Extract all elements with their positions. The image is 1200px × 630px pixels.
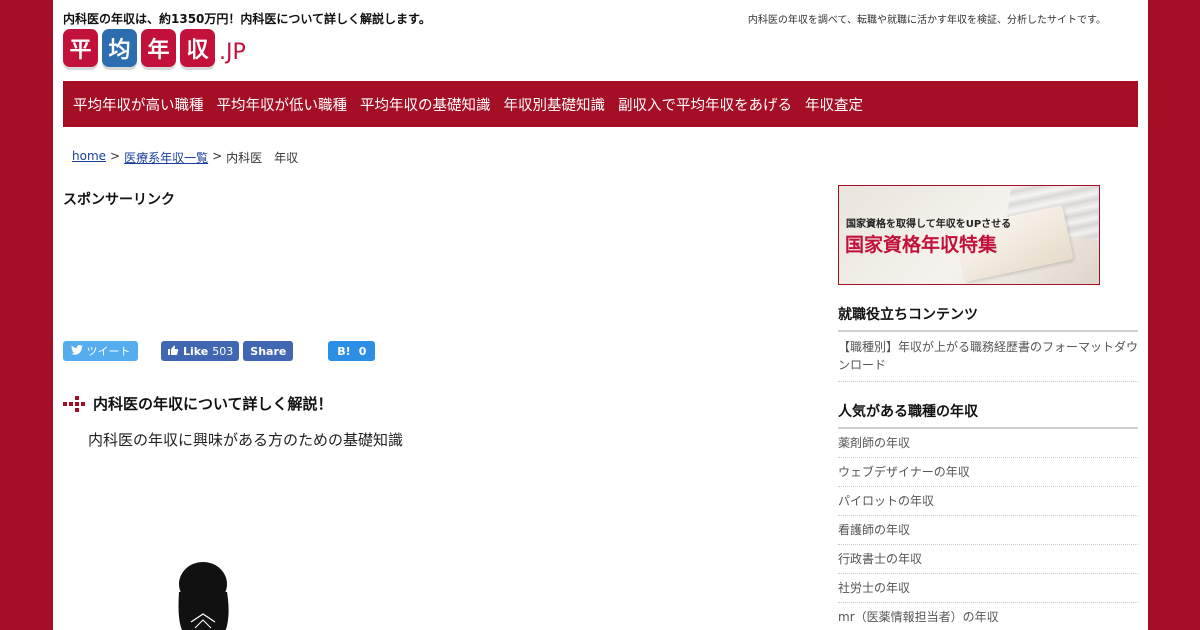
twitter-bird-icon: [70, 344, 83, 358]
sponsor-label: スポンサーリンク: [63, 192, 175, 208]
nav-item-by-income[interactable]: 年収別基礎知識: [504, 94, 606, 115]
share-buttons: ツイート Like 503 Share B! 0: [63, 341, 376, 361]
like-label: Like: [183, 344, 209, 358]
section-title: 内科医の年収について詳しく解説！: [93, 395, 333, 413]
sidebar-heading-contents: 就職役立ちコンテンツ: [838, 304, 1138, 332]
site-description: 内科医の年収を調べて、転職や就職に活かす年収を検証、分析したサイトです。: [747, 15, 1106, 26]
popular-jobs-list: 薬剤師の年収 ウェブデザイナーの年収 パイロットの年収 看護師の年収 行政書士の…: [838, 429, 1138, 630]
hatena-count: 0: [358, 344, 367, 358]
nav-item-high-income[interactable]: 平均年収が高い職種: [73, 94, 204, 115]
breadcrumb-category-link[interactable]: 医療系年収一覧: [124, 149, 208, 166]
hatena-bookmark-icon: B!: [337, 344, 351, 358]
tweet-label: ツイート: [86, 345, 131, 358]
like-count: 503: [212, 344, 234, 358]
breadcrumb-separator: >: [110, 149, 121, 163]
site-tagline: 内科医の年収は、約1350万円！内科医について詳しく解説します。: [63, 12, 431, 26]
sidebar-item-administrative-scrivener[interactable]: 行政書士の年収: [838, 545, 1138, 574]
sidebar-item-labor-consultant[interactable]: 社労士の年収: [838, 574, 1138, 603]
sidebar-item-web-designer[interactable]: ウェブデザイナーの年収: [838, 458, 1138, 487]
banner-small-text: 国家資格を取得して年収をUPさせる: [846, 219, 1012, 230]
sidebar-item-nurse[interactable]: 看護師の年収: [838, 516, 1138, 545]
page-container: 内科医の年収は、約1350万円！内科医について詳しく解説します。 内科医の年収を…: [53, 0, 1148, 630]
facebook-share-button[interactable]: Share: [243, 341, 294, 361]
sidebar-item-resume-download[interactable]: 【職種別】年収が上がる職務経歴書のフォーマットダウンロード: [838, 332, 1138, 382]
nav-item-assessment[interactable]: 年収査定: [805, 94, 863, 115]
sidebar-item-mr[interactable]: mr（医薬情報担当者）の年収: [838, 603, 1138, 630]
logo-tile-4: 収: [180, 29, 215, 67]
sidebar-heading-popular: 人気がある職種の年収: [838, 401, 1138, 429]
logo-tile-3: 年: [141, 29, 176, 67]
breadcrumb-separator: >: [212, 149, 223, 163]
nav-item-low-income[interactable]: 平均年収が低い職種: [217, 94, 348, 115]
doctor-silhouette-image: [173, 562, 237, 630]
breadcrumb: home > 医療系年収一覧 > 内科医 年収: [72, 149, 298, 166]
breadcrumb-home-link[interactable]: home: [72, 149, 106, 166]
article-subtitle: 内科医の年収に興味がある方のための基礎知識: [88, 431, 404, 449]
thumbs-up-icon: [167, 344, 179, 359]
nav-item-basics[interactable]: 平均年収の基礎知識: [360, 94, 491, 115]
sidebar: 国家資格を取得して年収をUPさせる 国家資格年収特集 就職役立ちコンテンツ 【職…: [838, 185, 1138, 630]
grid-dots-icon: [63, 395, 85, 412]
section-heading: 内科医の年収について詳しく解説！: [63, 393, 333, 414]
sidebar-item-pilot[interactable]: パイロットの年収: [838, 487, 1138, 516]
hatena-bookmark-button[interactable]: B! 0: [328, 341, 376, 361]
national-license-banner[interactable]: 国家資格を取得して年収をUPさせる 国家資格年収特集: [838, 185, 1100, 285]
tweet-button[interactable]: ツイート: [63, 341, 138, 361]
logo-tile-1: 平: [63, 29, 98, 67]
logo-suffix: .JP: [219, 40, 246, 65]
site-logo[interactable]: 平 均 年 収 .JP: [63, 29, 246, 67]
banner-title: 国家資格年収特集: [845, 234, 998, 256]
nav-item-side-income[interactable]: 副収入で平均年収をあげる: [618, 94, 792, 115]
logo-tile-2: 均: [102, 29, 137, 67]
breadcrumb-current: 内科医 年収: [226, 151, 299, 165]
sidebar-item-pharmacist[interactable]: 薬剤師の年収: [838, 429, 1138, 458]
main-nav: 平均年収が高い職種 平均年収が低い職種 平均年収の基礎知識 年収別基礎知識 副収…: [63, 81, 1138, 127]
facebook-like-button[interactable]: Like 503: [161, 341, 240, 361]
